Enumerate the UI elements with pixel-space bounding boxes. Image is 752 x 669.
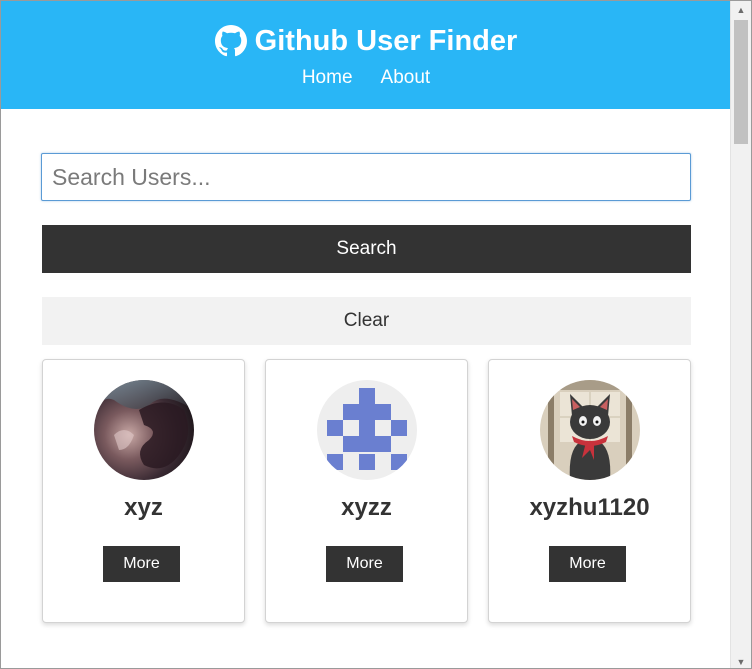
more-button[interactable]: More [549, 546, 626, 582]
username: xyzz [341, 494, 392, 521]
nebula-avatar [94, 380, 194, 480]
username: xyzhu1120 [529, 494, 650, 521]
nav-links: Home About [1, 67, 731, 89]
nav-link-about[interactable]: About [381, 67, 431, 89]
clear-button[interactable]: Clear [42, 297, 691, 345]
user-card: xyz More [42, 359, 245, 623]
scroll-up-arrow-icon[interactable]: ▲ [731, 1, 751, 18]
scroll-down-arrow-icon[interactable]: ▼ [731, 653, 751, 668]
navbar: Github User Finder Home About [1, 1, 731, 109]
black-cat-avatar [540, 380, 640, 480]
nav-link-home[interactable]: Home [302, 67, 353, 89]
search-input[interactable] [41, 153, 691, 201]
app-title: Github User Finder [254, 24, 518, 57]
user-card: xyzhu1120 More [488, 359, 691, 623]
scroll-thumb[interactable] [734, 20, 748, 144]
vertical-scrollbar[interactable]: ▲ ▼ [730, 1, 751, 668]
identicon-avatar [317, 380, 417, 480]
more-button[interactable]: More [103, 546, 180, 582]
search-button[interactable]: Search [42, 225, 691, 273]
more-button[interactable]: More [326, 546, 403, 582]
user-card: xyzz More [265, 359, 468, 623]
github-icon [214, 25, 247, 57]
username: xyz [124, 494, 163, 521]
brand[interactable]: Github User Finder [1, 21, 731, 61]
browser-viewport: Github User Finder Home About Search Cle… [0, 0, 752, 669]
